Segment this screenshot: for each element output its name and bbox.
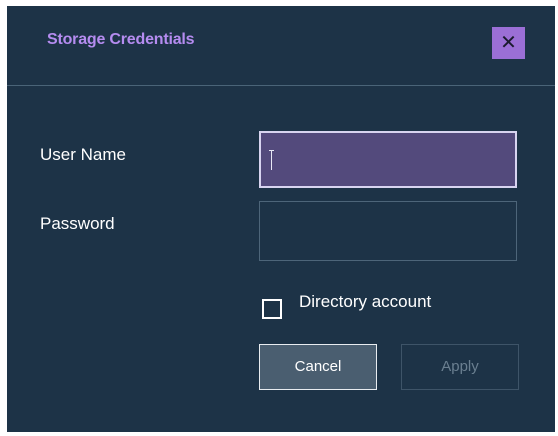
username-label: User Name <box>40 145 126 164</box>
password-label: Password <box>40 214 115 233</box>
apply-button[interactable]: Apply <box>401 344 519 390</box>
directory-account-checkbox[interactable] <box>262 299 282 319</box>
directory-account-label[interactable]: Directory account <box>299 292 431 312</box>
close-icon: ✕ <box>500 32 517 54</box>
dialog-header: Storage Credentials ✕ <box>7 6 555 86</box>
close-button[interactable]: ✕ <box>492 27 525 59</box>
directory-account-row: Directory account <box>262 292 431 322</box>
password-input[interactable] <box>259 201 517 261</box>
cancel-button[interactable]: Cancel <box>259 344 377 390</box>
username-input[interactable] <box>259 131 517 188</box>
dialog-title: Storage Credentials <box>47 31 195 48</box>
text-cursor <box>269 150 274 170</box>
